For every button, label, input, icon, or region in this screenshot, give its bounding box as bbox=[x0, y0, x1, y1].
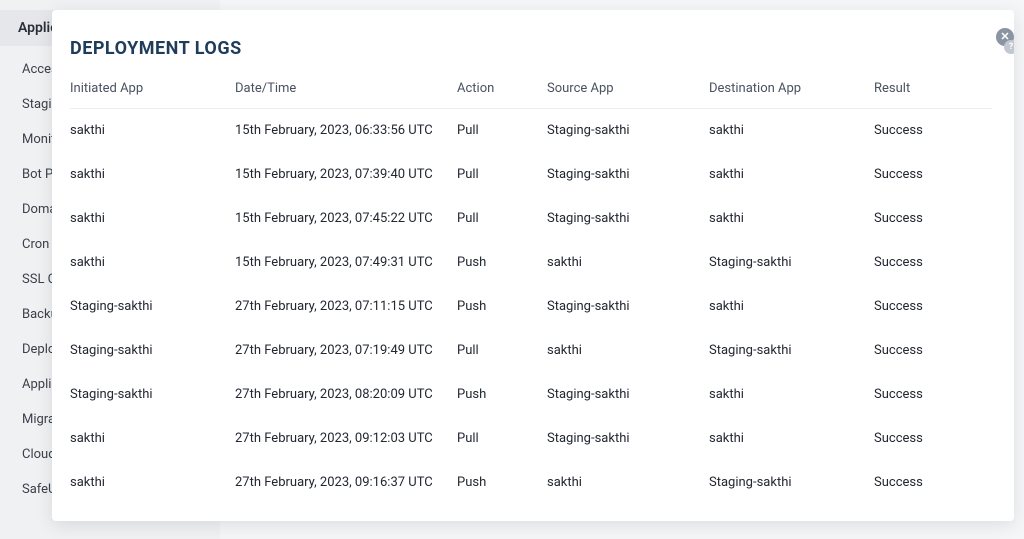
deployment-logs-modal: ✕ ? DEPLOYMENT LOGS Initiated App Date/T… bbox=[52, 10, 1014, 521]
cell-datetime: 15th February, 2023, 07:45:22 UTC bbox=[235, 211, 457, 226]
cell-initiated: Staging-sakthi bbox=[70, 299, 235, 314]
cell-action: Pull bbox=[457, 211, 547, 226]
cell-action: Push bbox=[457, 475, 547, 490]
cell-action: Push bbox=[457, 299, 547, 314]
col-destination: Destination App bbox=[709, 81, 874, 96]
cell-result: Success bbox=[874, 211, 992, 226]
cell-initiated: sakthi bbox=[70, 167, 235, 182]
cell-datetime: 15th February, 2023, 06:33:56 UTC bbox=[235, 123, 457, 138]
cell-initiated: sakthi bbox=[70, 431, 235, 446]
table-row: sakthi15th February, 2023, 06:33:56 UTCP… bbox=[70, 109, 992, 153]
cell-result: Success bbox=[874, 299, 992, 314]
cell-destination: Staging-sakthi bbox=[709, 475, 874, 490]
cell-datetime: 15th February, 2023, 07:39:40 UTC bbox=[235, 167, 457, 182]
cell-action: Pull bbox=[457, 167, 547, 182]
cell-source: Staging-sakthi bbox=[547, 167, 709, 182]
cell-action: Push bbox=[457, 255, 547, 270]
cell-initiated: Staging-sakthi bbox=[70, 343, 235, 358]
cell-action: Push bbox=[457, 387, 547, 402]
cell-datetime: 27th February, 2023, 09:16:37 UTC bbox=[235, 475, 457, 490]
cell-datetime: 27th February, 2023, 08:20:09 UTC bbox=[235, 387, 457, 402]
cell-source: Staging-sakthi bbox=[547, 387, 709, 402]
cell-result: Success bbox=[874, 475, 992, 490]
cell-result: Success bbox=[874, 431, 992, 446]
cell-datetime: 27th February, 2023, 09:12:03 UTC bbox=[235, 431, 457, 446]
cell-action: Pull bbox=[457, 343, 547, 358]
cell-result: Success bbox=[874, 167, 992, 182]
cell-destination: sakthi bbox=[709, 167, 874, 182]
table-row: Staging-sakthi27th February, 2023, 07:11… bbox=[70, 285, 992, 329]
col-result: Result bbox=[874, 81, 992, 96]
table-body: sakthi15th February, 2023, 06:33:56 UTCP… bbox=[70, 109, 992, 505]
cell-initiated: sakthi bbox=[70, 211, 235, 226]
modal-controls: ✕ ? bbox=[994, 28, 1014, 52]
table-row: sakthi15th February, 2023, 07:49:31 UTCP… bbox=[70, 241, 992, 285]
col-initiated: Initiated App bbox=[70, 81, 235, 96]
cell-initiated: sakthi bbox=[70, 255, 235, 270]
cell-action: Pull bbox=[457, 431, 547, 446]
col-source: Source App bbox=[547, 81, 709, 96]
cell-action: Pull bbox=[457, 123, 547, 138]
cell-initiated: sakthi bbox=[70, 475, 235, 490]
cell-destination: sakthi bbox=[709, 387, 874, 402]
help-icon[interactable]: ? bbox=[1004, 40, 1014, 54]
cell-datetime: 27th February, 2023, 07:11:15 UTC bbox=[235, 299, 457, 314]
table-row: sakthi15th February, 2023, 07:39:40 UTCP… bbox=[70, 153, 992, 197]
table-row: sakthi27th February, 2023, 09:12:03 UTCP… bbox=[70, 417, 992, 461]
col-datetime: Date/Time bbox=[235, 81, 457, 96]
cell-result: Success bbox=[874, 123, 992, 138]
cell-destination: sakthi bbox=[709, 431, 874, 446]
cell-source: sakthi bbox=[547, 255, 709, 270]
table-header: Initiated App Date/Time Action Source Ap… bbox=[70, 73, 992, 109]
cell-initiated: sakthi bbox=[70, 123, 235, 138]
deployment-log-table: Initiated App Date/Time Action Source Ap… bbox=[70, 73, 992, 505]
cell-source: sakthi bbox=[547, 475, 709, 490]
cell-destination: Staging-sakthi bbox=[709, 255, 874, 270]
cell-datetime: 15th February, 2023, 07:49:31 UTC bbox=[235, 255, 457, 270]
cell-destination: Staging-sakthi bbox=[709, 343, 874, 358]
table-row: sakthi27th February, 2023, 09:16:37 UTCP… bbox=[70, 461, 992, 505]
cell-source: Staging-sakthi bbox=[547, 299, 709, 314]
cell-result: Success bbox=[874, 343, 992, 358]
table-row: Staging-sakthi27th February, 2023, 08:20… bbox=[70, 373, 992, 417]
table-row: Staging-sakthi27th February, 2023, 07:19… bbox=[70, 329, 992, 373]
cell-result: Success bbox=[874, 387, 992, 402]
cell-datetime: 27th February, 2023, 07:19:49 UTC bbox=[235, 343, 457, 358]
cell-destination: sakthi bbox=[709, 299, 874, 314]
cell-source: Staging-sakthi bbox=[547, 211, 709, 226]
cell-source: Staging-sakthi bbox=[547, 123, 709, 138]
cell-source: Staging-sakthi bbox=[547, 431, 709, 446]
col-action: Action bbox=[457, 81, 547, 96]
modal-title: DEPLOYMENT LOGS bbox=[70, 38, 992, 59]
cell-result: Success bbox=[874, 255, 992, 270]
cell-destination: sakthi bbox=[709, 123, 874, 138]
cell-source: sakthi bbox=[547, 343, 709, 358]
cell-initiated: Staging-sakthi bbox=[70, 387, 235, 402]
cell-destination: sakthi bbox=[709, 211, 874, 226]
table-row: sakthi15th February, 2023, 07:45:22 UTCP… bbox=[70, 197, 992, 241]
